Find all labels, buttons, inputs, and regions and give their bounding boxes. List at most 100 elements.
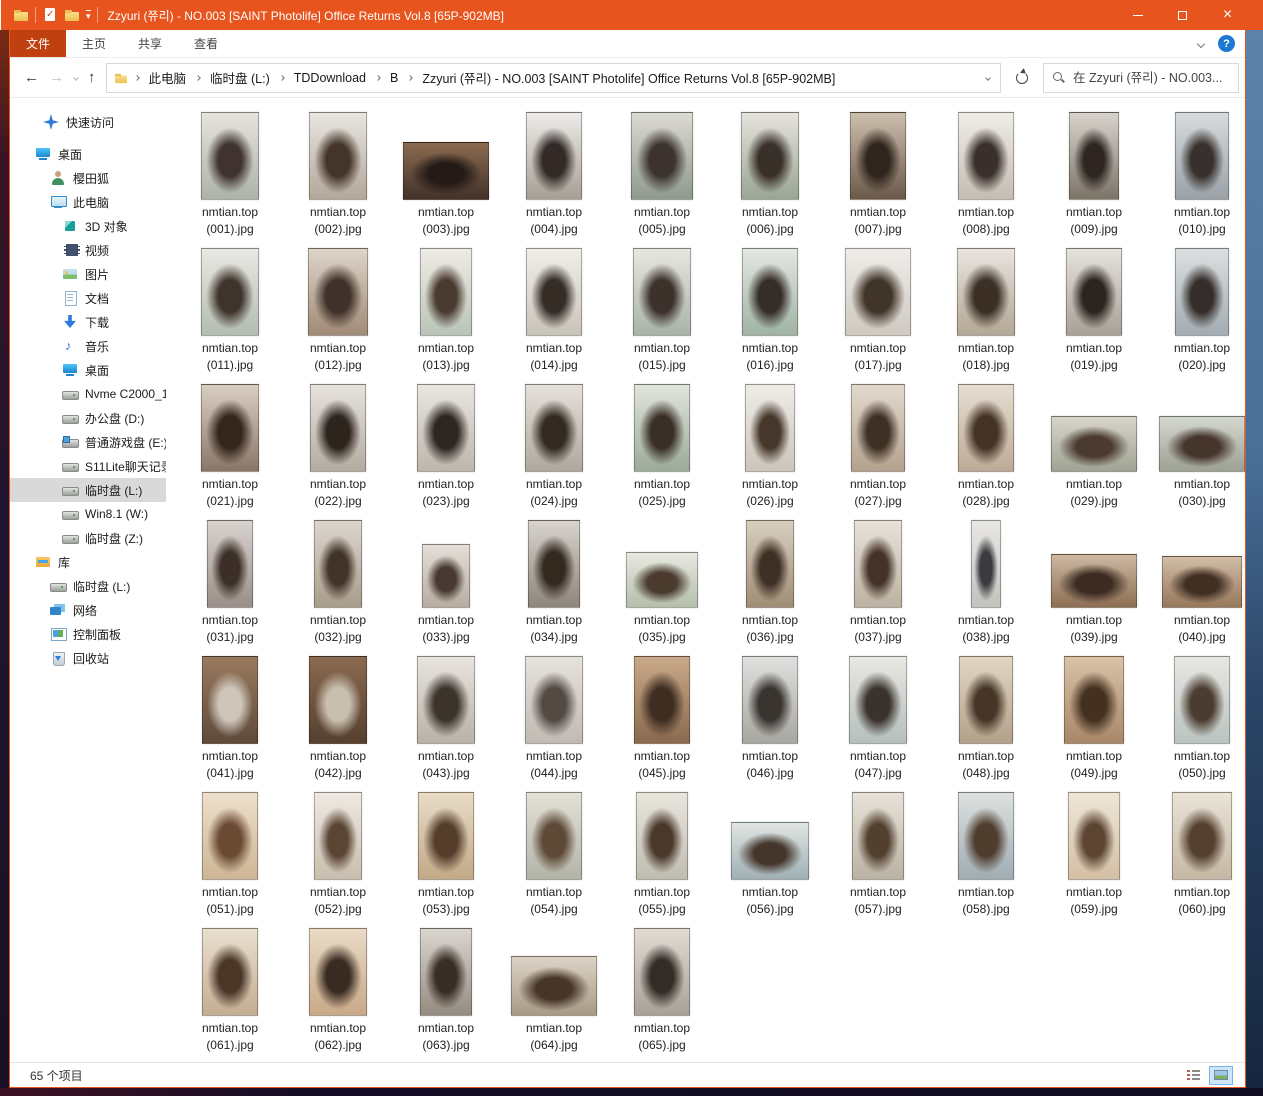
sidebar-item[interactable]: 临时盘 (L:) <box>10 574 166 598</box>
file-item[interactable]: nmtian.top(054).jpg <box>500 785 608 921</box>
properties-check-icon[interactable] <box>42 7 58 23</box>
file-thumbnail[interactable] <box>309 112 367 200</box>
file-item[interactable]: nmtian.top(036).jpg <box>716 513 824 649</box>
file-item[interactable]: nmtian.top(057).jpg <box>824 785 932 921</box>
sidebar-item[interactable]: 樱田狐 <box>10 166 166 190</box>
file-item[interactable]: nmtian.top(019).jpg <box>1040 241 1148 377</box>
file-thumbnail[interactable] <box>525 656 583 744</box>
thumbnails-view-button[interactable] <box>1209 1066 1233 1085</box>
file-item[interactable]: nmtian.top(052).jpg <box>284 785 392 921</box>
file-thumbnail[interactable] <box>1064 656 1124 744</box>
file-item[interactable]: nmtian.top(032).jpg <box>284 513 392 649</box>
file-thumbnail[interactable] <box>420 248 472 336</box>
file-thumbnail[interactable] <box>957 248 1015 336</box>
file-thumbnail[interactable] <box>1159 416 1245 472</box>
file-thumbnail[interactable] <box>741 112 799 200</box>
file-item[interactable]: nmtian.top(035).jpg <box>608 513 716 649</box>
file-item[interactable]: nmtian.top(047).jpg <box>824 649 932 785</box>
back-button[interactable]: ← <box>24 70 39 85</box>
file-item[interactable]: nmtian.top(044).jpg <box>500 649 608 785</box>
address-dropdown-icon[interactable] <box>985 75 991 81</box>
breadcrumb-segment[interactable]: Zzyuri (쮸리) - NO.003 [SAINT Photolife] O… <box>420 68 837 87</box>
file-item[interactable]: nmtian.top(017).jpg <box>824 241 932 377</box>
file-thumbnail[interactable] <box>511 956 597 1016</box>
file-thumbnail[interactable] <box>1162 556 1242 608</box>
file-item[interactable]: nmtian.top(048).jpg <box>932 649 1040 785</box>
file-item[interactable]: nmtian.top(020).jpg <box>1148 241 1245 377</box>
file-thumbnail[interactable] <box>971 520 1001 608</box>
file-thumbnail[interactable] <box>1175 248 1229 336</box>
sidebar-item[interactable]: 库 <box>10 550 166 574</box>
file-thumbnail[interactable] <box>633 248 691 336</box>
recent-locations-dropdown-icon[interactable] <box>73 75 79 81</box>
file-item[interactable]: nmtian.top(037).jpg <box>824 513 932 649</box>
file-thumbnail[interactable] <box>526 112 582 200</box>
file-thumbnail[interactable] <box>201 112 259 200</box>
file-item[interactable]: nmtian.top(059).jpg <box>1040 785 1148 921</box>
ribbon-tab-3[interactable]: 查看 <box>178 30 234 57</box>
file-thumbnail[interactable] <box>742 248 798 336</box>
file-thumbnail[interactable] <box>634 928 690 1016</box>
file-thumbnail[interactable] <box>1068 792 1120 880</box>
sidebar-item[interactable]: 图片 <box>10 262 166 286</box>
file-item[interactable]: nmtian.top(031).jpg <box>176 513 284 649</box>
file-item[interactable]: nmtian.top(015).jpg <box>608 241 716 377</box>
file-thumbnail[interactable] <box>636 792 688 880</box>
file-item[interactable]: nmtian.top(009).jpg <box>1040 105 1148 241</box>
breadcrumb-chevron-icon[interactable] <box>135 75 140 81</box>
sidebar-item[interactable]: 此电脑 <box>10 190 166 214</box>
maximize-button[interactable] <box>1160 0 1205 30</box>
minimize-button[interactable] <box>1115 0 1160 30</box>
file-item[interactable]: nmtian.top(013).jpg <box>392 241 500 377</box>
file-thumbnail[interactable] <box>202 792 258 880</box>
file-item[interactable]: nmtian.top(028).jpg <box>932 377 1040 513</box>
details-view-button[interactable] <box>1181 1066 1205 1085</box>
file-thumbnail[interactable] <box>201 248 259 336</box>
file-thumbnail[interactable] <box>1174 656 1230 744</box>
file-item[interactable]: nmtian.top(062).jpg <box>284 921 392 1057</box>
breadcrumb-chevron-icon[interactable] <box>195 75 201 81</box>
file-thumbnail[interactable] <box>528 520 580 608</box>
sidebar-item[interactable]: 快速访问 <box>10 110 166 134</box>
file-thumbnail[interactable] <box>314 792 362 880</box>
file-item[interactable]: nmtian.top(003).jpg <box>392 105 500 241</box>
file-item[interactable]: nmtian.top(011).jpg <box>176 241 284 377</box>
file-thumbnail[interactable] <box>854 520 902 608</box>
file-thumbnail[interactable] <box>1051 416 1137 472</box>
file-thumbnail[interactable] <box>310 384 366 472</box>
file-thumbnail[interactable] <box>309 656 367 744</box>
file-item[interactable]: nmtian.top(024).jpg <box>500 377 608 513</box>
file-item[interactable]: nmtian.top(008).jpg <box>932 105 1040 241</box>
file-thumbnail[interactable] <box>309 928 367 1016</box>
file-thumbnail[interactable] <box>417 656 475 744</box>
file-thumbnail[interactable] <box>731 822 809 880</box>
file-item[interactable]: nmtian.top(006).jpg <box>716 105 824 241</box>
file-item[interactable]: nmtian.top(043).jpg <box>392 649 500 785</box>
sidebar-item[interactable]: Win8.1 (W:) <box>10 502 166 526</box>
file-thumbnail[interactable] <box>422 544 470 608</box>
file-thumbnail[interactable] <box>958 384 1014 472</box>
file-thumbnail[interactable] <box>201 384 259 472</box>
file-item[interactable]: nmtian.top(065).jpg <box>608 921 716 1057</box>
sidebar-item[interactable]: 回收站 <box>10 646 166 670</box>
forward-button[interactable]: → <box>49 70 64 85</box>
file-thumbnail[interactable] <box>403 142 489 200</box>
file-item[interactable]: nmtian.top(055).jpg <box>608 785 716 921</box>
breadcrumb-segment[interactable]: 临时盘 (L:) <box>208 68 272 87</box>
file-thumbnail[interactable] <box>207 520 253 608</box>
file-thumbnail[interactable] <box>634 384 690 472</box>
file-thumbnail[interactable] <box>626 552 698 608</box>
up-button[interactable]: ↑ <box>88 70 96 85</box>
file-item[interactable]: nmtian.top(026).jpg <box>716 377 824 513</box>
sidebar-item[interactable]: 桌面 <box>10 358 166 382</box>
breadcrumb-chevron-icon[interactable] <box>279 75 285 81</box>
file-thumbnail[interactable] <box>849 656 907 744</box>
sidebar-item[interactable]: 普通游戏盘 (E:) <box>10 430 166 454</box>
breadcrumb-segment[interactable]: B <box>388 71 400 85</box>
file-item[interactable]: nmtian.top(016).jpg <box>716 241 824 377</box>
sidebar-item[interactable]: 3D 对象 <box>10 214 166 238</box>
file-thumbnail[interactable] <box>526 248 582 336</box>
sidebar-item[interactable]: 临时盘 (L:) <box>10 478 166 502</box>
sidebar-item[interactable]: 下载 <box>10 310 166 334</box>
file-item[interactable]: nmtian.top(023).jpg <box>392 377 500 513</box>
